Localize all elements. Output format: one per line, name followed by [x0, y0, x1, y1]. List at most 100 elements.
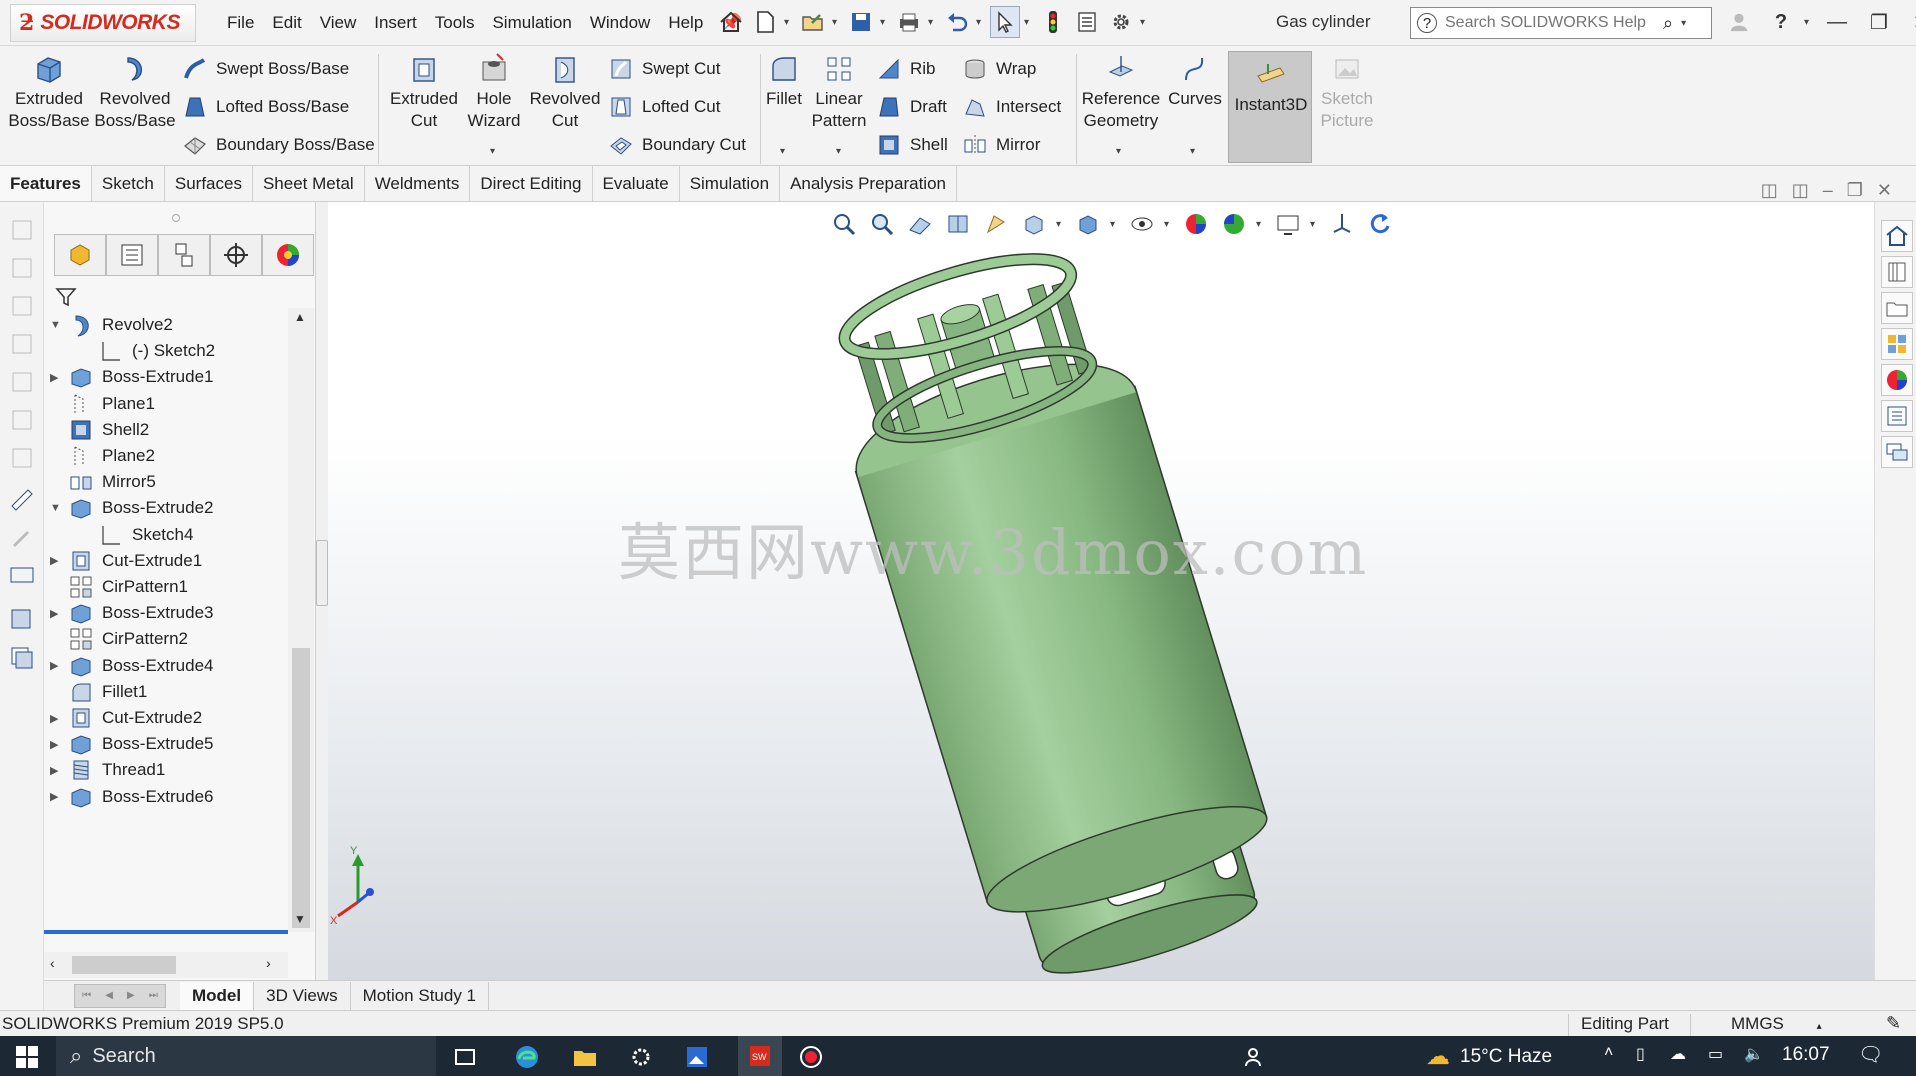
next-tab-icon[interactable]: ▶ [127, 990, 135, 1001]
search-dropdown-icon[interactable]: ▾ [1681, 18, 1691, 29]
swept-cut-button[interactable]: Swept Cut [608, 56, 720, 82]
viewport-minimize-button[interactable]: – [1823, 180, 1833, 201]
hole-wizard-dropdown-icon[interactable]: ▾ [490, 146, 495, 157]
configuration-manager-tab[interactable] [158, 234, 210, 276]
tree-scroll-thumb[interactable] [292, 648, 310, 928]
hole-wizard-button[interactable]: Hole Wizard [464, 52, 524, 132]
open-dropdown-icon[interactable]: ▾ [832, 17, 842, 28]
select-icon[interactable] [990, 6, 1020, 38]
tab-surfaces[interactable]: Surfaces [165, 166, 253, 201]
help-icon[interactable]: ? [1762, 4, 1800, 40]
tree-vertical-scrollbar[interactable]: ▲ ▼ [288, 308, 314, 932]
save-dropdown-icon[interactable]: ▾ [880, 17, 890, 28]
expand-arrow-icon[interactable]: ▶ [50, 554, 64, 567]
intersect-button[interactable]: Intersect [962, 94, 1061, 120]
revolved-cut-button[interactable]: Revolved Cut [524, 52, 606, 132]
strip-display-icon[interactable] [8, 562, 36, 590]
design-library-icon[interactable] [1881, 256, 1913, 288]
print-dropdown-icon[interactable]: ▾ [928, 17, 938, 28]
extruded-boss-button[interactable]: Extruded Boss/Base [6, 52, 92, 132]
fillet-button[interactable]: Fillet [764, 52, 804, 110]
help-search-box[interactable]: ? ⌕ ▾ [1410, 7, 1712, 39]
onedrive-icon[interactable]: ☁ [1670, 1044, 1686, 1064]
strip-rectangle-icon[interactable] [8, 330, 36, 358]
search-icon[interactable]: ⌕ [1663, 13, 1673, 34]
photos-taskbar-icon[interactable] [682, 1042, 712, 1072]
tab-direct-editing[interactable]: Direct Editing [470, 166, 593, 201]
rollback-bar[interactable] [44, 930, 288, 934]
extruded-cut-button[interactable]: Extruded Cut [384, 52, 464, 132]
reference-geometry-dropdown-icon[interactable]: ▾ [1116, 146, 1121, 157]
fillet-dropdown-icon[interactable]: ▾ [780, 146, 785, 157]
tab-sheet-metal[interactable]: Sheet Metal [253, 166, 365, 201]
graphics-area[interactable]: ▾ ▾ ▾ ▾ ▾ 莫西网www.3dmox.com Y X [328, 202, 1874, 980]
tab-model[interactable]: Model [180, 981, 255, 1010]
menu-simulation[interactable]: Simulation [483, 10, 580, 36]
print-icon[interactable] [894, 6, 924, 38]
viewport-close-button[interactable]: ✕ [1877, 180, 1892, 201]
record-taskbar-icon[interactable] [796, 1042, 826, 1072]
file-properties-icon[interactable] [1072, 6, 1102, 38]
notifications-icon[interactable]: 🗨 [1858, 1042, 1883, 1067]
close-button[interactable]: ✕ [1902, 4, 1916, 40]
lofted-boss-button[interactable]: Lofted Boss/Base [182, 94, 349, 120]
instant3d-button[interactable]: Instant3D [1228, 51, 1312, 163]
tab-motion-study[interactable]: Motion Study 1 [351, 981, 490, 1010]
filter-icon[interactable] [54, 285, 78, 309]
tab-simulation[interactable]: Simulation [680, 166, 781, 201]
curves-dropdown-icon[interactable]: ▾ [1190, 146, 1195, 157]
expand-arrow-icon[interactable]: ▶ [50, 371, 64, 384]
select-dropdown-icon[interactable]: ▾ [1024, 17, 1034, 28]
menu-file[interactable]: File [218, 10, 263, 36]
view-palette-icon[interactable] [1881, 328, 1913, 360]
dimxpert-tab[interactable] [210, 234, 262, 276]
strip-spline-icon[interactable] [8, 444, 36, 472]
panel-splitter[interactable] [316, 540, 328, 606]
strip-edit-icon[interactable] [8, 524, 36, 552]
scroll-up-icon[interactable]: ▲ [294, 310, 306, 324]
undo-dropdown-icon[interactable]: ▾ [976, 17, 986, 28]
taskbar-clock[interactable]: 16:07 [1782, 1044, 1830, 1066]
save-icon[interactable] [846, 6, 876, 38]
linear-pattern-dropdown-icon[interactable]: ▾ [836, 146, 841, 157]
menu-window[interactable]: Window [581, 10, 659, 36]
edge-browser-icon[interactable] [512, 1042, 542, 1072]
collapse-arrow-icon[interactable]: ▼ [50, 502, 64, 514]
tab-evaluate[interactable]: Evaluate [593, 166, 680, 201]
strip-circle-icon[interactable] [8, 368, 36, 396]
boundary-cut-button[interactable]: Boundary Cut [608, 132, 746, 158]
property-manager-tab[interactable] [106, 234, 158, 276]
expand-arrow-icon[interactable]: ▶ [50, 764, 64, 777]
customize-icon[interactable]: ✎ [1886, 1013, 1901, 1034]
shell-button[interactable]: Shell [876, 132, 948, 158]
curves-button[interactable]: Curves [1164, 52, 1226, 110]
boundary-boss-button[interactable]: Boundary Boss/Base [182, 132, 375, 158]
strip-arc-icon[interactable] [8, 406, 36, 434]
mirror-button[interactable]: Mirror [962, 132, 1040, 158]
solidworks-resources-icon[interactable] [1881, 220, 1913, 252]
tab-features[interactable]: Features [0, 166, 92, 201]
task-view-icon[interactable] [450, 1042, 480, 1072]
system-tray-expand-icon[interactable]: ˄ [1604, 1044, 1613, 1062]
tree-hscroll-thumb[interactable] [72, 956, 176, 974]
menu-view[interactable]: View [311, 10, 366, 36]
collapse-arrow-icon[interactable]: ▼ [50, 319, 64, 331]
open-icon[interactable] [798, 6, 828, 38]
collapse-left-icon[interactable]: ◫ [1761, 180, 1778, 201]
strip-view-layout-icon[interactable] [8, 606, 36, 634]
tray-device-icon[interactable]: ▯ [1636, 1044, 1645, 1064]
menu-insert[interactable]: Insert [365, 10, 426, 36]
panel-grip-icon[interactable] [172, 214, 180, 222]
tree-item-boss-extrude6[interactable]: ▶ Boss-Extrude6 [50, 782, 214, 812]
sketch-picture-button[interactable]: Sketch Picture [1314, 52, 1380, 132]
solidworks-taskbar-icon[interactable]: SW [738, 1036, 782, 1076]
scroll-down-icon[interactable]: ▼ [294, 912, 306, 926]
tab-weldments[interactable]: Weldments [365, 166, 471, 201]
menu-tools[interactable]: Tools [426, 10, 484, 36]
expand-arrow-icon[interactable]: ▶ [50, 738, 64, 751]
tab-scroll-arrows[interactable]: ⏮ ◀ ▶ ⏭ [74, 983, 166, 1008]
help-dropdown-icon[interactable]: ▾ [1804, 17, 1814, 28]
revolved-boss-button[interactable]: Revolved Boss/Base [92, 52, 178, 132]
expand-arrow-icon[interactable]: ▶ [50, 712, 64, 725]
expand-arrow-icon[interactable]: ▶ [50, 607, 64, 620]
